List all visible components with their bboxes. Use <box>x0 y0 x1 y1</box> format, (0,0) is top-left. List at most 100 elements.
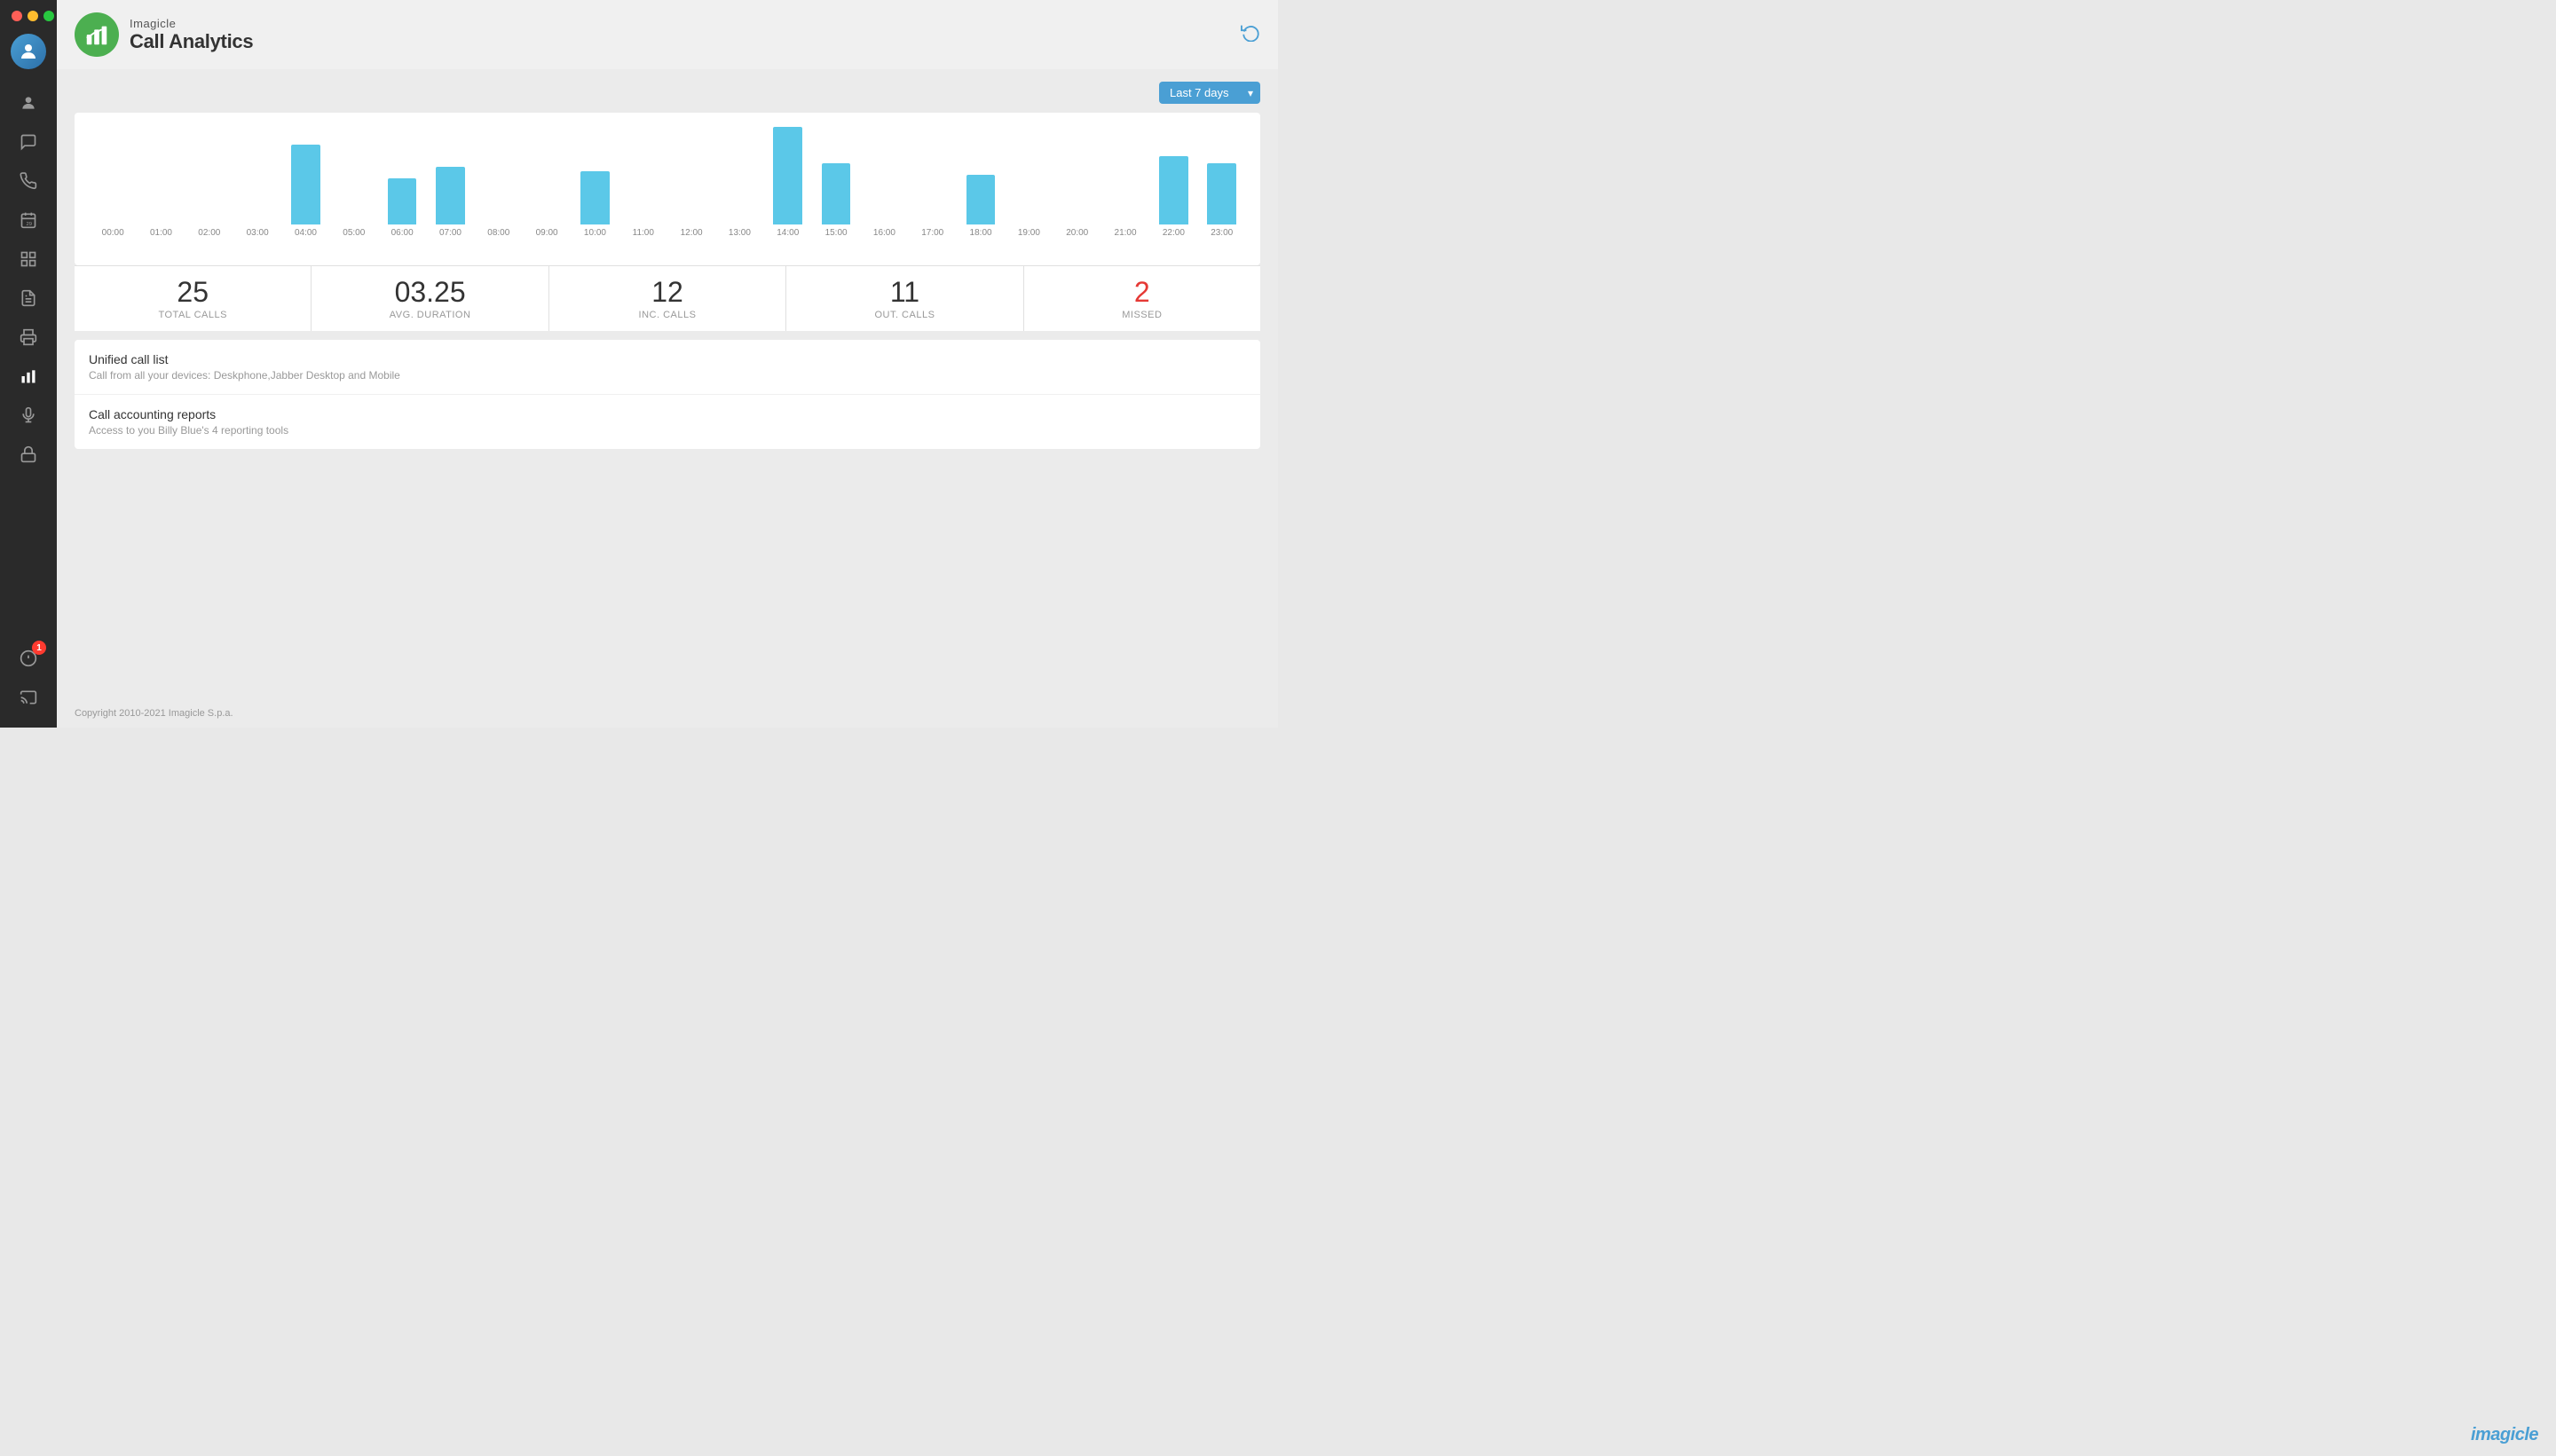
links-section: Unified call list Call from all your devi… <box>75 340 1260 449</box>
bar-slot-7 <box>426 127 474 224</box>
header-text: Imagicle Call Analytics <box>130 17 253 53</box>
sidebar-item-analytics[interactable] <box>12 360 44 392</box>
bar-6 <box>388 178 417 225</box>
stat-label-0: TOTAL CALLS <box>82 310 304 320</box>
chart-label-21: 21:00 <box>1101 228 1149 238</box>
logo-circle <box>75 12 119 57</box>
stat-label-3: OUT. CALLS <box>793 310 1015 320</box>
bar-22 <box>1159 156 1188 225</box>
chart-label-7: 07:00 <box>426 228 474 238</box>
sidebar-item-grid[interactable] <box>12 243 44 275</box>
sidebar-item-calendar[interactable]: 29 <box>12 204 44 236</box>
app-brand: Imagicle <box>130 17 253 30</box>
chart-label-5: 05:00 <box>330 228 378 238</box>
sidebar-item-cast[interactable] <box>12 681 44 713</box>
chart-label-6: 06:00 <box>378 228 426 238</box>
stat-number-1: 03.25 <box>319 277 540 308</box>
link-desc-0: Call from all your devices: Deskphone,Ja… <box>89 369 1246 382</box>
bar-slot-1 <box>137 127 185 224</box>
bar-slot-3 <box>233 127 281 224</box>
sidebar-item-microphone[interactable] <box>12 399 44 431</box>
bar-slot-5 <box>330 127 378 224</box>
bar-slot-13 <box>715 127 763 224</box>
sidebar-item-chat[interactable] <box>12 126 44 158</box>
avatar[interactable] <box>11 34 46 69</box>
sidebar-item-phone[interactable] <box>12 165 44 197</box>
link-title-0: Unified call list <box>89 352 1246 366</box>
date-filter-select[interactable]: Today Last 7 days Last 30 days Last 90 d… <box>1159 82 1260 104</box>
stat-number-2: 12 <box>556 277 778 308</box>
bar-slot-6 <box>378 127 426 224</box>
chart-label-13: 13:00 <box>715 228 763 238</box>
minimize-button[interactable] <box>28 11 38 21</box>
imagicle-logo: imagicle <box>2471 1425 2538 1445</box>
link-item-1[interactable]: Call accounting reports Access to you Bil… <box>75 395 1260 449</box>
date-filter-wrapper[interactable]: Today Last 7 days Last 30 days Last 90 d… <box>1159 82 1260 104</box>
bar-slot-23 <box>1198 127 1246 224</box>
chart-label-10: 10:00 <box>571 228 619 238</box>
bar-slot-8 <box>475 127 523 224</box>
bar-slot-19 <box>1005 127 1053 224</box>
bar-slot-14 <box>764 127 812 224</box>
bar-slot-11 <box>619 127 667 224</box>
bar-10 <box>580 171 610 224</box>
sidebar-item-print[interactable] <box>12 321 44 353</box>
sync-icon[interactable] <box>1241 22 1260 47</box>
bar-slot-9 <box>523 127 571 224</box>
stats-row: 25 TOTAL CALLS 03.25 AVG. DURATION 12 INC. CA… <box>75 265 1260 331</box>
stat-label-2: INC. CALLS <box>556 310 778 320</box>
bar-23 <box>1207 163 1236 224</box>
chart-label-3: 03:00 <box>233 228 281 238</box>
chart-label-23: 23:00 <box>1198 228 1246 238</box>
sidebar-item-lock[interactable] <box>12 438 44 470</box>
bar-slot-22 <box>1149 127 1197 224</box>
stat-item-3: 11 OUT. CALLS <box>786 266 1023 331</box>
close-button[interactable] <box>12 11 22 21</box>
bar-15 <box>822 163 851 224</box>
chart-label-17: 17:00 <box>909 228 957 238</box>
chart-label-9: 09:00 <box>523 228 571 238</box>
chart-label-15: 15:00 <box>812 228 860 238</box>
chart-label-14: 14:00 <box>764 228 812 238</box>
bar-4 <box>291 145 320 224</box>
bar-slot-21 <box>1101 127 1149 224</box>
stat-number-3: 11 <box>793 277 1015 308</box>
sidebar-item-info[interactable]: 1 <box>12 642 44 674</box>
content-area: Today Last 7 days Last 30 days Last 90 d… <box>57 69 1278 699</box>
stat-label-4: MISSED <box>1031 310 1253 320</box>
bar-slot-0 <box>89 127 137 224</box>
bar-slot-10 <box>571 127 619 224</box>
chart-labels: 00:0001:0002:0003:0004:0005:0006:0007:00… <box>89 228 1246 238</box>
maximize-button[interactable] <box>43 11 54 21</box>
chart-label-11: 11:00 <box>619 228 667 238</box>
sidebar-top: 29 <box>3 11 54 474</box>
chart-label-22: 22:00 <box>1149 228 1197 238</box>
traffic-lights <box>3 11 54 21</box>
sidebar-bottom: 1 <box>12 642 44 717</box>
main-content: Imagicle Call Analytics Today Last 7 day… <box>57 0 1278 728</box>
sidebar-item-contacts[interactable] <box>12 282 44 314</box>
sidebar-item-profile[interactable] <box>12 87 44 119</box>
link-item-0[interactable]: Unified call list Call from all your devi… <box>75 340 1260 395</box>
chart-label-2: 02:00 <box>185 228 233 238</box>
chart-container: 00:0001:0002:0003:0004:0005:0006:0007:00… <box>89 127 1246 251</box>
chart-label-12: 12:00 <box>667 228 715 238</box>
stat-label-1: AVG. DURATION <box>319 310 540 320</box>
stat-number-0: 25 <box>82 277 304 308</box>
sidebar: 29 <box>0 0 57 728</box>
chart-label-19: 19:00 <box>1005 228 1053 238</box>
chart-label-16: 16:00 <box>860 228 908 238</box>
bar-18 <box>966 175 996 224</box>
stat-item-0: 25 TOTAL CALLS <box>75 266 312 331</box>
link-desc-1: Access to you Billy Blue's 4 reporting t… <box>89 424 1246 437</box>
app-title: Call Analytics <box>130 30 253 53</box>
bar-slot-12 <box>667 127 715 224</box>
bar-14 <box>773 127 802 224</box>
chart-label-20: 20:00 <box>1053 228 1101 238</box>
header-right <box>1241 22 1260 47</box>
chart-label-4: 04:00 <box>281 228 329 238</box>
stat-number-4: 2 <box>1031 277 1253 308</box>
notification-count: 1 <box>32 641 46 655</box>
link-title-1: Call accounting reports <box>89 407 1246 421</box>
bar-slot-15 <box>812 127 860 224</box>
